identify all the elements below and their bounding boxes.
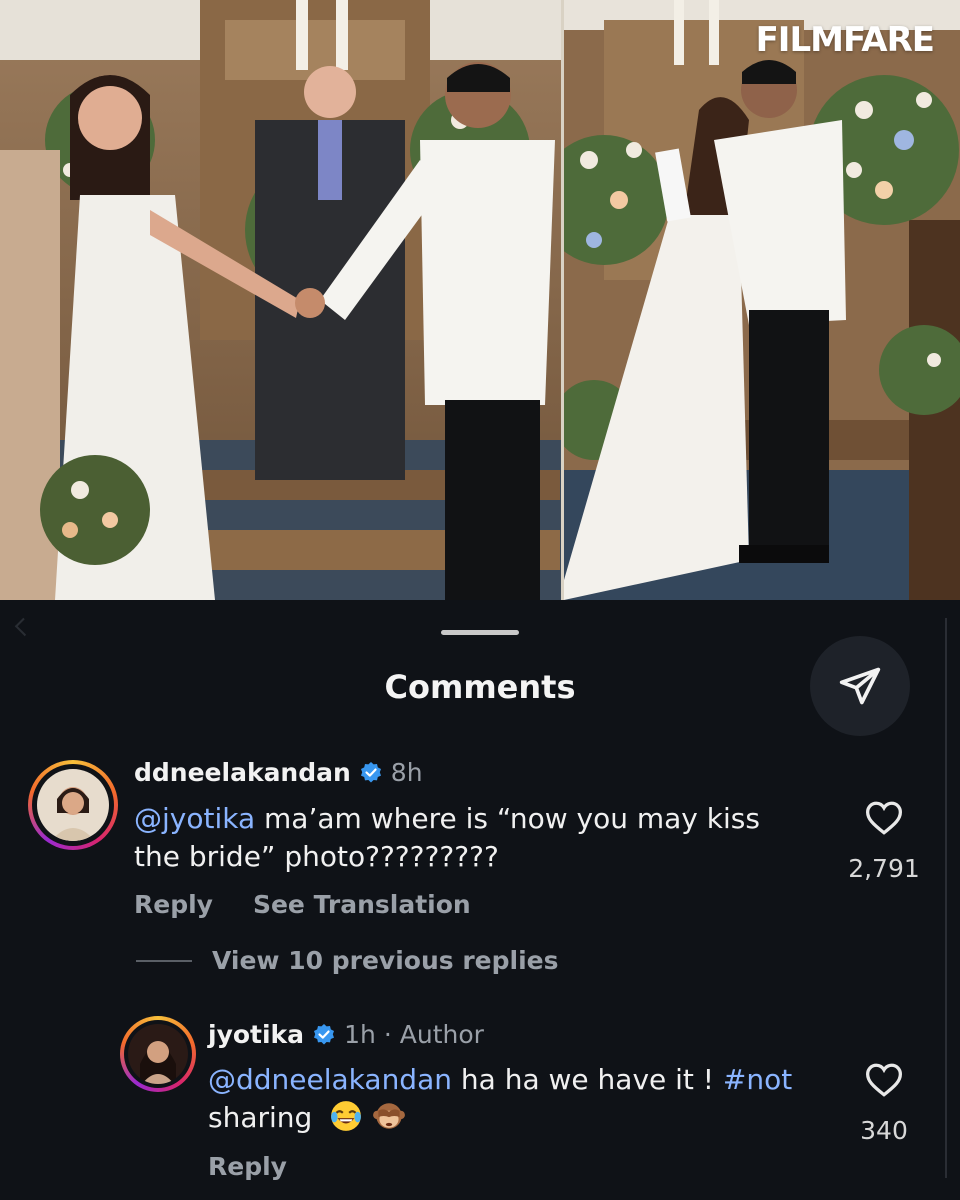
verified-badge-icon	[360, 761, 381, 782]
meta-separator: ·	[383, 1020, 392, 1049]
comment-username[interactable]: ddneelakandan	[134, 758, 351, 787]
see-no-evil-monkey-emoji	[373, 1103, 406, 1129]
avatar-ddneelakandan[interactable]	[28, 760, 118, 850]
filmfare-logo: FILMFARE	[755, 20, 935, 60]
avatar-jyotika[interactable]	[120, 1016, 196, 1092]
replies-divider	[136, 959, 192, 962]
heart-outline-icon[interactable]	[864, 800, 904, 836]
heart-outline-icon[interactable]	[864, 1062, 904, 1098]
view-replies-label: View 10 previous replies	[212, 946, 559, 975]
photo-collage: FILMFARE	[0, 0, 960, 600]
reply-mention[interactable]: @ddneelakandan	[208, 1063, 452, 1096]
drag-handle[interactable]	[441, 630, 519, 635]
reply-like-count: 340	[860, 1116, 908, 1145]
reply-time: 1h	[344, 1020, 376, 1049]
reply-body-part-1: ha ha we have it !	[452, 1063, 723, 1096]
reply-text: @ddneelakandan ha ha we have it ! #not sh…	[208, 1061, 828, 1137]
wedding-photo-left	[0, 0, 561, 600]
share-button[interactable]	[810, 636, 910, 736]
send-icon	[839, 667, 881, 705]
like-count: 2,791	[848, 854, 920, 883]
view-replies-button[interactable]: View 10 previous replies	[136, 946, 558, 975]
reply-username[interactable]: jyotika	[208, 1020, 304, 1049]
like-group: 2,791	[840, 800, 928, 883]
comment-time: 8h	[390, 758, 423, 787]
face-with-tears-of-joy-emoji	[331, 1101, 362, 1131]
verified-badge-icon	[314, 1023, 335, 1044]
author-label: Author	[399, 1020, 484, 1049]
reply-like-group: 340	[840, 1062, 928, 1145]
reply-hashtag[interactable]: #not	[723, 1063, 792, 1096]
comment-text: @jyotika ma’am where is “now you may kis…	[134, 800, 814, 876]
reply-button[interactable]: Reply	[134, 890, 213, 919]
reply-body-part-2: sharing	[208, 1101, 313, 1134]
comment-mention[interactable]: @jyotika	[134, 802, 255, 835]
wedding-photo-right	[564, 0, 960, 600]
reply-button-2[interactable]: Reply	[208, 1152, 287, 1181]
see-translation-button[interactable]: See Translation	[253, 890, 471, 919]
